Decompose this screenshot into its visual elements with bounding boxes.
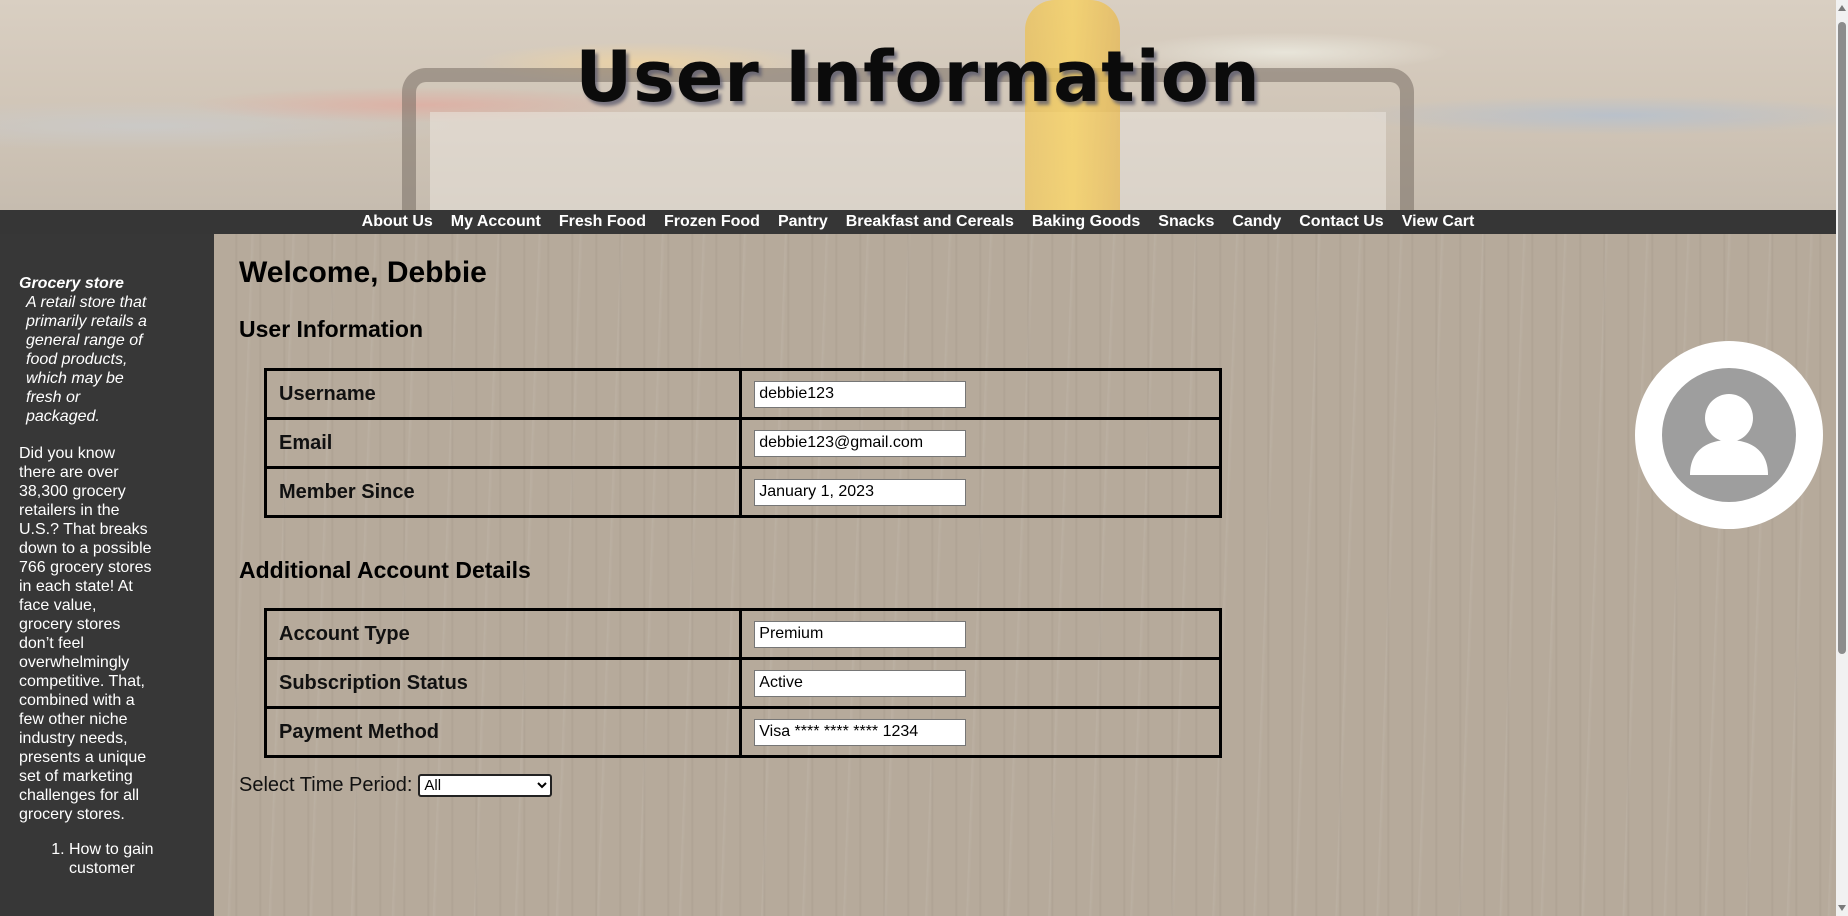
member-since-field[interactable] [754, 478, 967, 506]
sidebar-fact: Did you know there are over 38,300 groce… [19, 445, 152, 823]
sidebar: Grocery store A retail store that primar… [0, 234, 214, 916]
table-row: Member Since [263, 466, 1222, 518]
nav-about-us[interactable]: About Us [362, 210, 433, 234]
table-row: Subscription Status [263, 657, 1222, 709]
scroll-up-icon[interactable] [1838, 5, 1846, 11]
nav-baking-goods[interactable]: Baking Goods [1032, 210, 1140, 234]
time-period-label: Select Time Period: [239, 774, 413, 796]
scroll-down-icon[interactable] [1838, 905, 1846, 911]
account-type-field[interactable] [754, 620, 967, 648]
nav-breakfast-cereals[interactable]: Breakfast and Cereals [846, 210, 1014, 234]
table-row: Payment Method [263, 706, 1222, 758]
sidebar-term: Grocery store [19, 275, 124, 292]
user-info-heading: User Information [239, 316, 424, 342]
username-label: Username [263, 368, 743, 420]
email-label: Email [263, 417, 743, 469]
banner-crate-inner [430, 112, 1386, 210]
subscription-status-field[interactable] [754, 669, 967, 697]
table-row: Username [263, 368, 1222, 420]
main-nav: About Us My Account Fresh Food Frozen Fo… [0, 210, 1836, 234]
main-content: Welcome, Debbie User Information Usernam… [214, 234, 1836, 916]
nav-pantry[interactable]: Pantry [778, 210, 828, 234]
header-banner: User Information [0, 0, 1836, 210]
payment-method-field[interactable] [754, 718, 967, 746]
member-since-label: Member Since [263, 466, 743, 518]
account-type-label: Account Type [263, 608, 743, 660]
page-scrollbar[interactable] [1836, 0, 1848, 916]
sidebar-definition: A retail store that primarily retails a … [26, 294, 147, 425]
nav-frozen-food[interactable]: Frozen Food [664, 210, 760, 234]
table-row: Account Type [263, 608, 1222, 660]
welcome-heading: Welcome, Debbie [239, 256, 487, 289]
nav-my-account[interactable]: My Account [451, 210, 541, 234]
avatar [1635, 341, 1823, 529]
page-title: User Information [575, 36, 1261, 118]
account-details-heading: Additional Account Details [239, 557, 531, 583]
nav-view-cart[interactable]: View Cart [1402, 210, 1475, 234]
nav-snacks[interactable]: Snacks [1158, 210, 1214, 234]
email-field[interactable] [754, 429, 967, 457]
sidebar-list: How to gain customer [19, 840, 154, 878]
account-details-table: Account Type Subscription Status Payment… [263, 608, 1222, 758]
username-field[interactable] [754, 380, 967, 408]
subscription-status-label: Subscription Status [263, 657, 743, 709]
table-row: Email [263, 417, 1222, 469]
scrollbar-thumb[interactable] [1838, 22, 1846, 654]
nav-fresh-food[interactable]: Fresh Food [559, 210, 646, 234]
payment-method-label: Payment Method [263, 706, 743, 758]
user-silhouette-icon [1662, 368, 1796, 502]
user-info-table: Username Email Member Since [263, 368, 1222, 518]
sidebar-list-item: How to gain customer [69, 840, 154, 878]
nav-candy[interactable]: Candy [1232, 210, 1281, 234]
nav-contact-us[interactable]: Contact Us [1299, 210, 1383, 234]
time-period-select[interactable]: All [418, 774, 553, 797]
time-period-control: Select Time Period: All [239, 774, 553, 797]
